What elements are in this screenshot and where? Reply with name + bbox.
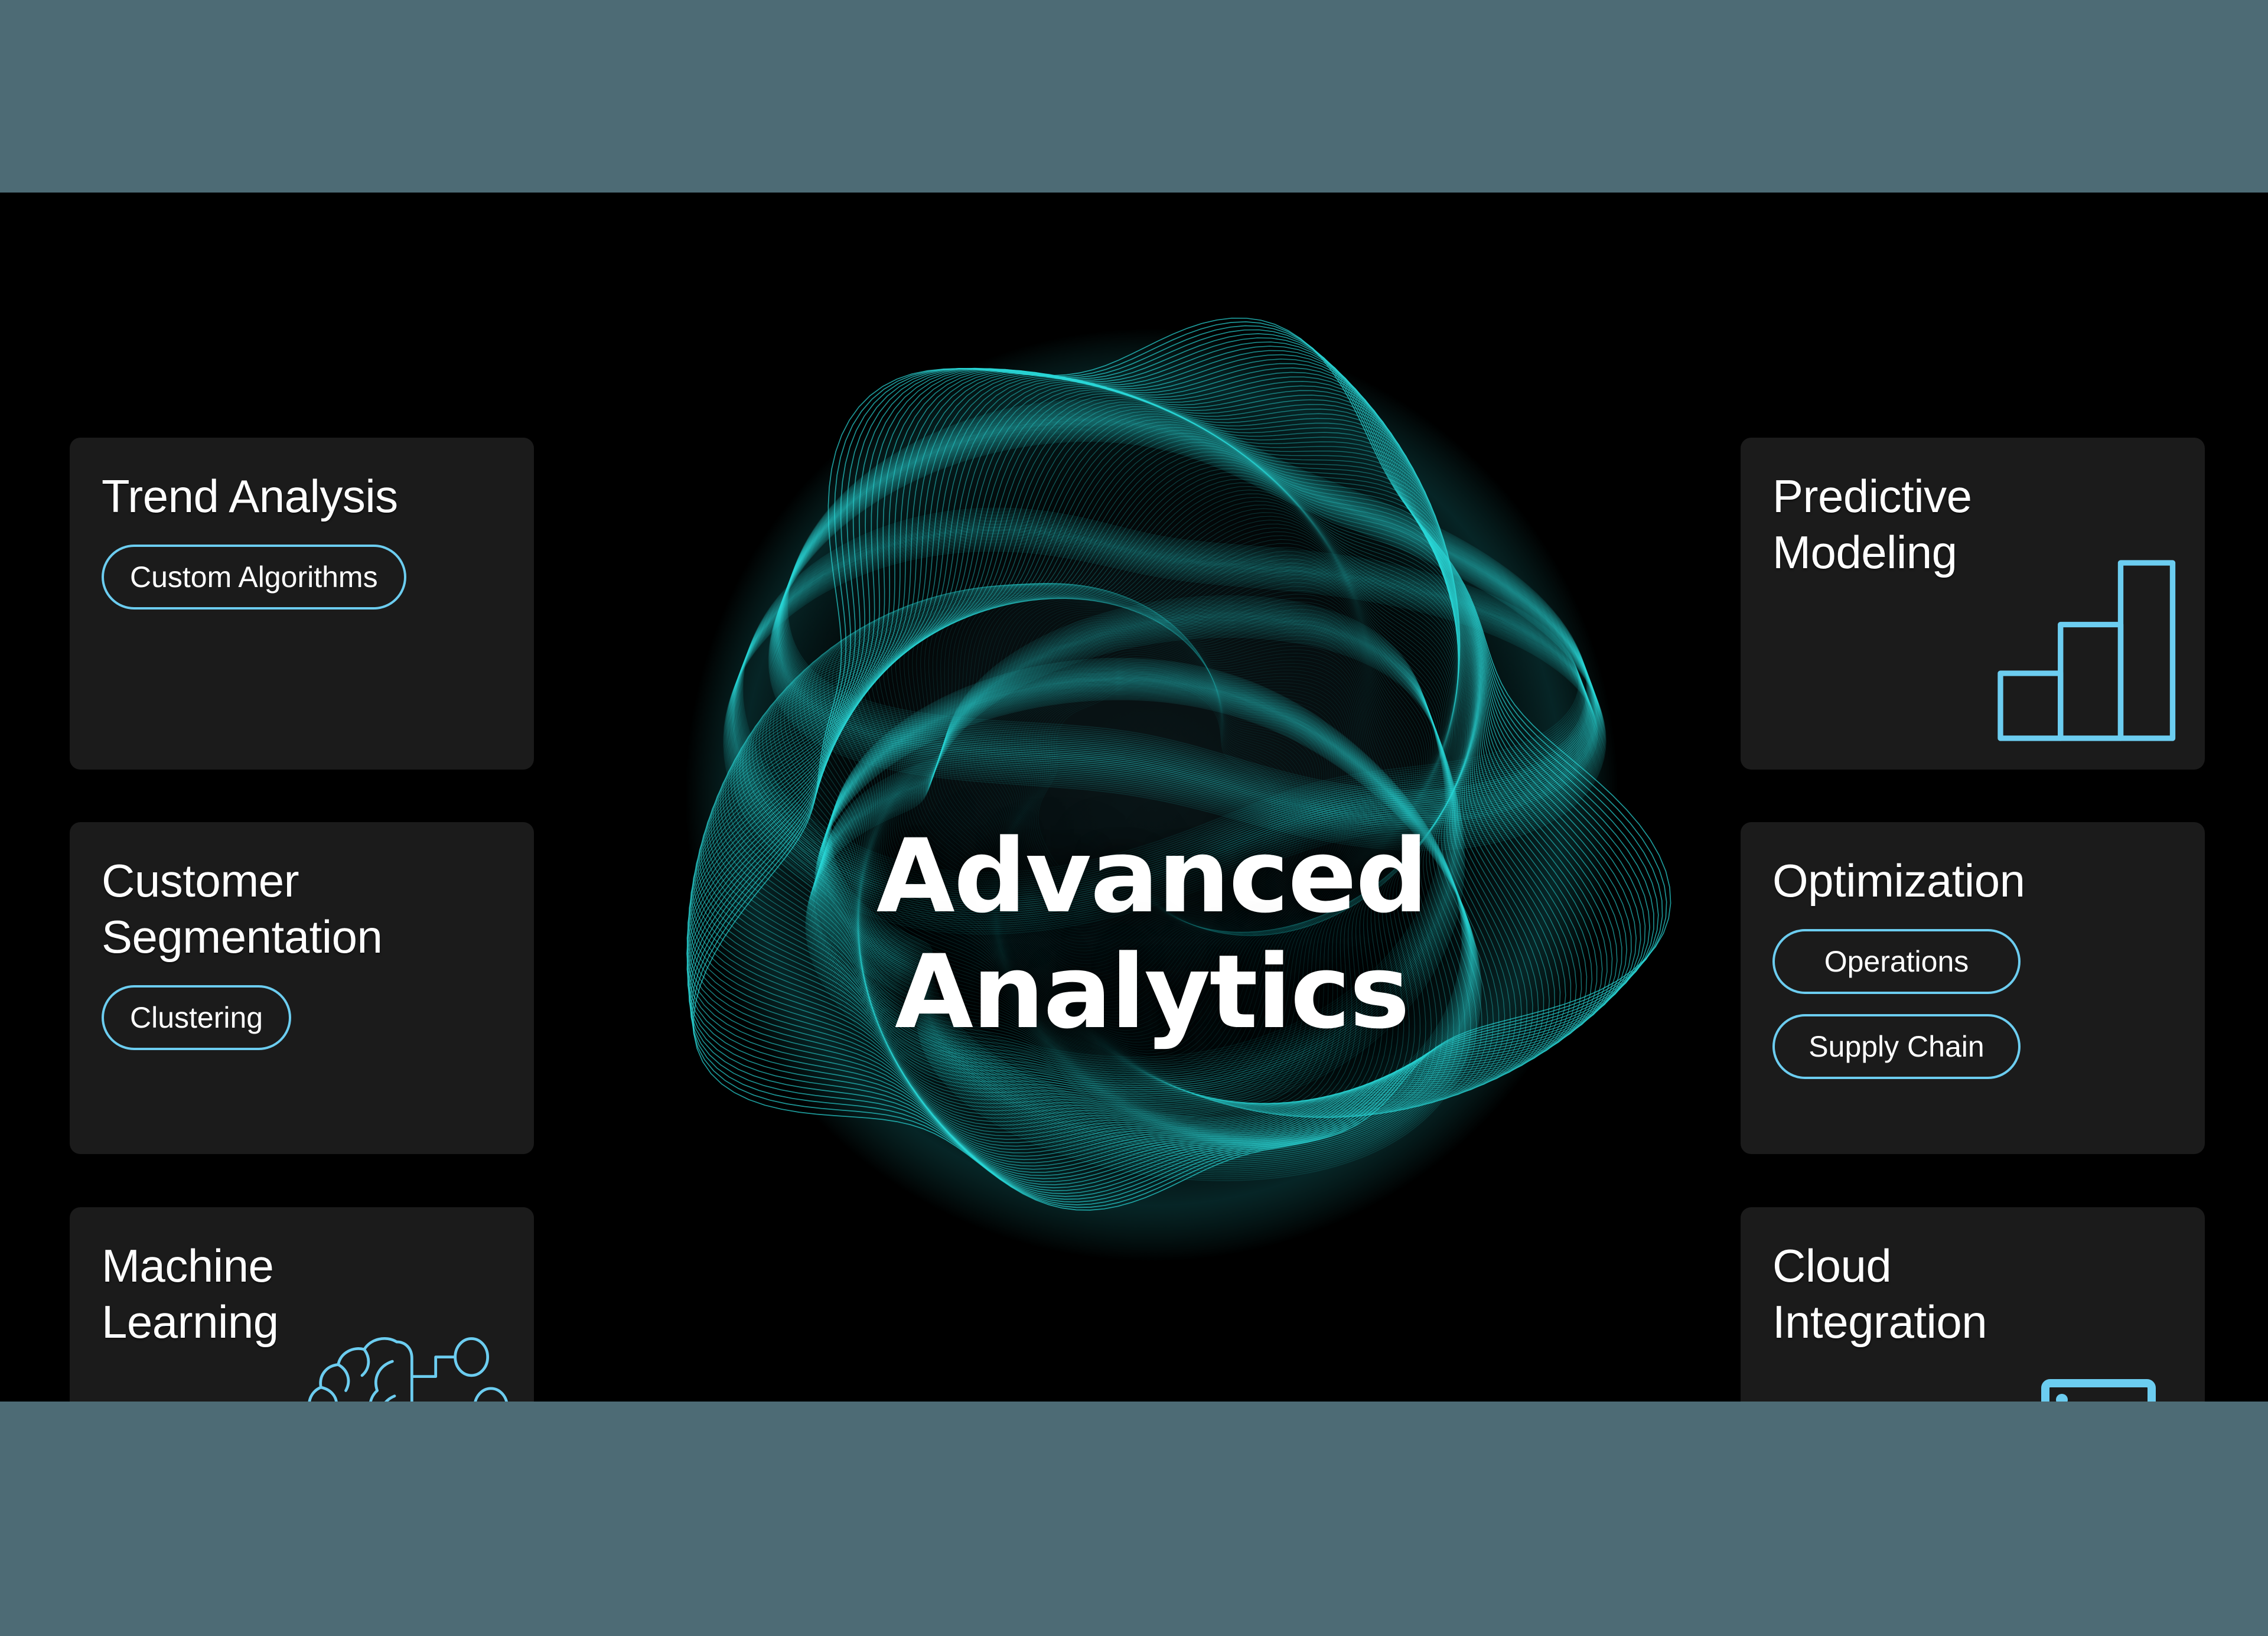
- card-customer-segmentation[interactable]: Customer Segmentation Clustering: [70, 822, 534, 1154]
- card-predictive-modeling[interactable]: Predictive Modeling: [1741, 438, 2205, 770]
- pill-group: Custom Algorithms: [102, 545, 502, 610]
- card-cloud-integration[interactable]: Cloud Integration: [1741, 1207, 2205, 1402]
- pill-supply-chain[interactable]: Supply Chain: [1772, 1014, 2021, 1080]
- card-title: Customer Segmentation: [102, 855, 383, 963]
- headline-line-2: Analytics: [894, 933, 1410, 1052]
- cloud-server-icon: [2036, 1375, 2178, 1402]
- slide-stage: Advanced Analytics Trend Analysis Custom…: [0, 193, 2268, 1402]
- pill-custom-algorithms[interactable]: Custom Algorithms: [102, 545, 406, 610]
- pill-operations[interactable]: Operations: [1772, 929, 2021, 995]
- letterbox-band-bottom: [0, 1402, 2268, 1636]
- pill-group: Clustering: [102, 985, 502, 1051]
- card-trend-analysis[interactable]: Trend Analysis Custom Algorithms: [70, 438, 534, 770]
- brain-circuit-icon: [292, 1329, 510, 1402]
- card-title: Optimization: [1772, 855, 2025, 907]
- center-headline: Advanced Analytics: [738, 817, 1565, 1052]
- wave-sphere-orb-graphic: [602, 228, 1701, 1350]
- bar-chart-icon: [1987, 550, 2182, 745]
- pill-clustering[interactable]: Clustering: [102, 985, 292, 1051]
- headline-line-1: Advanced: [876, 817, 1429, 936]
- card-title: Trend Analysis: [102, 470, 398, 522]
- card-optimization[interactable]: Optimization Operations Supply Chain: [1741, 822, 2205, 1154]
- card-machine-learning[interactable]: Machine Learning: [70, 1207, 534, 1402]
- letterbox-band-top: [0, 0, 2268, 193]
- card-title: Cloud Integration: [1772, 1240, 1987, 1348]
- pill-group: Operations Supply Chain: [1772, 929, 2173, 1080]
